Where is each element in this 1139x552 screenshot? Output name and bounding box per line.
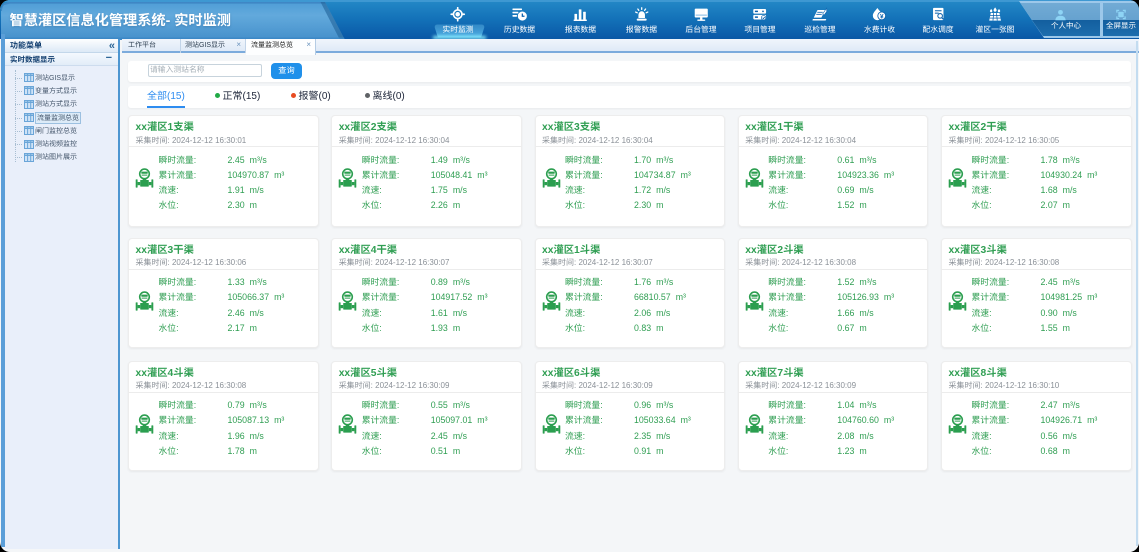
svg-text:¥: ¥ bbox=[880, 13, 884, 20]
